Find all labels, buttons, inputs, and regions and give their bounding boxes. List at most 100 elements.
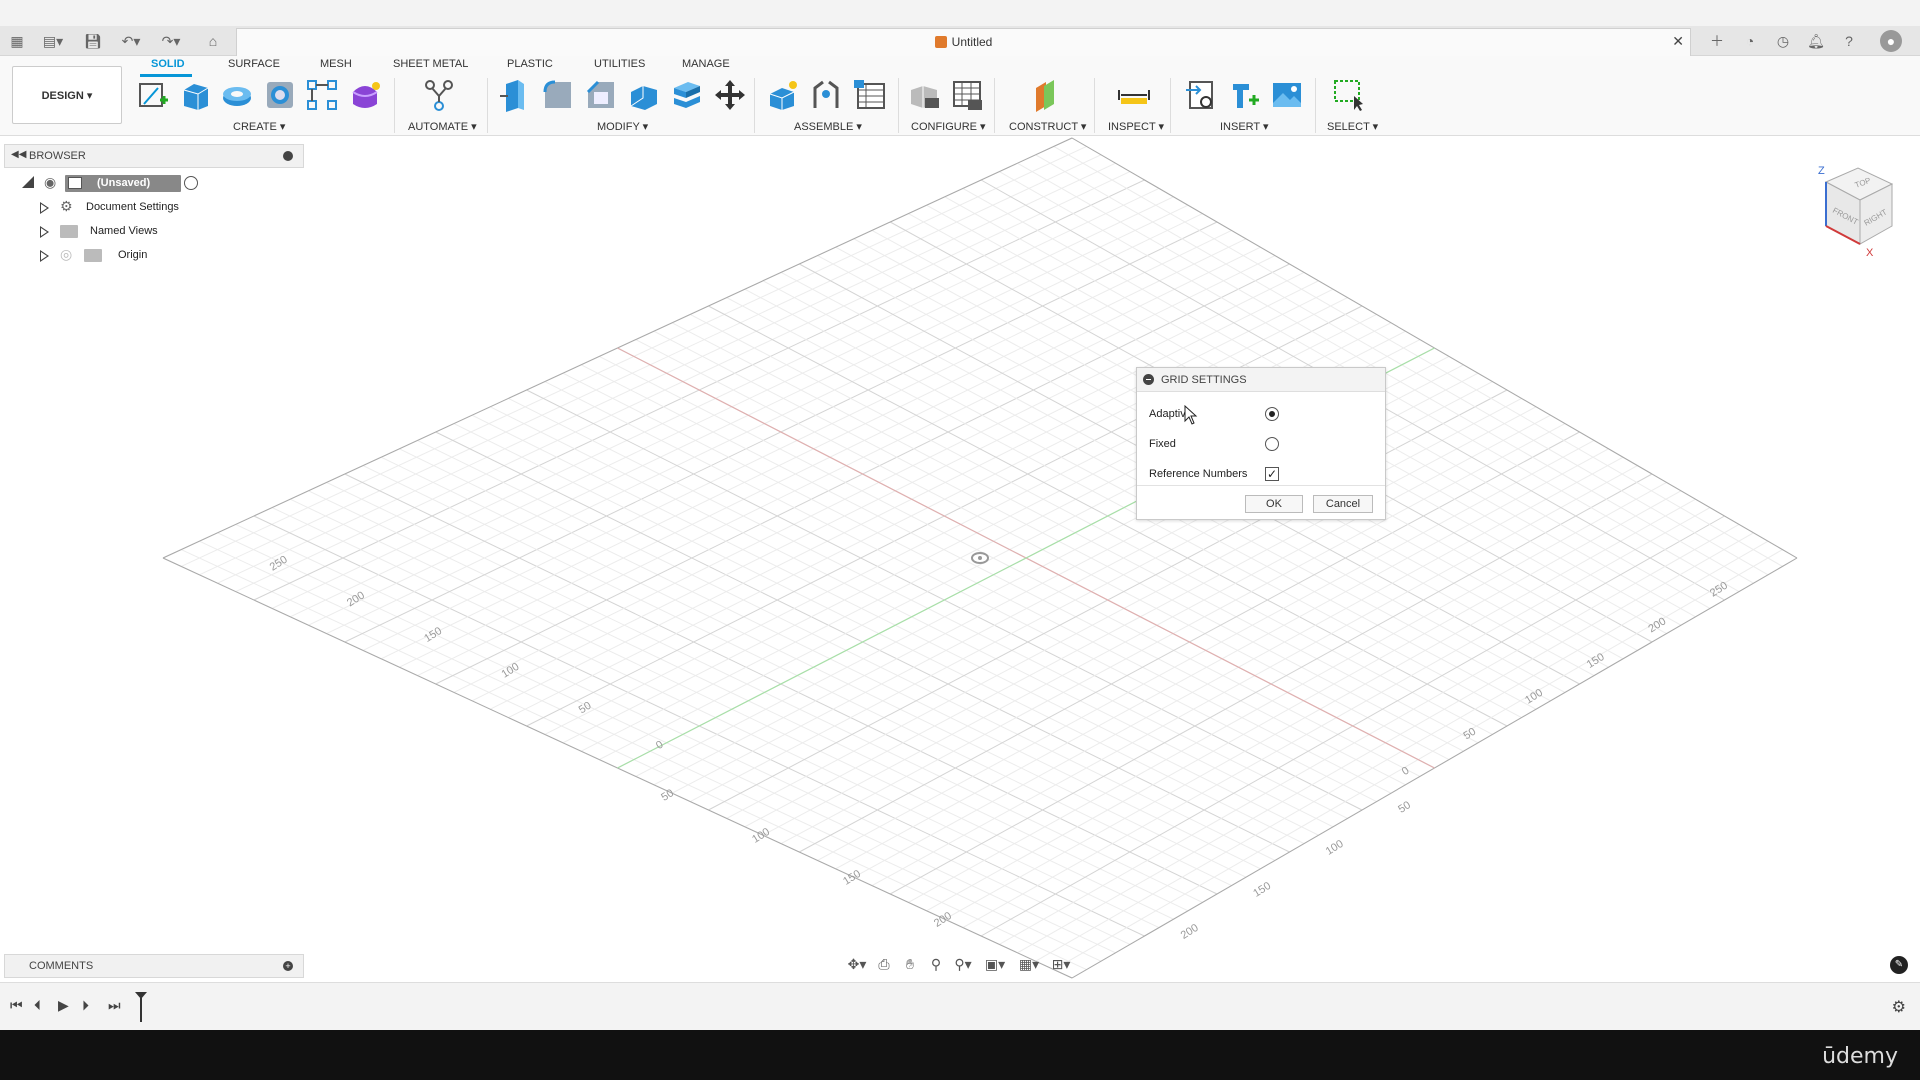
fixed-radio[interactable]	[1265, 437, 1279, 451]
user-avatar-icon[interactable]: ●	[1880, 30, 1902, 52]
expand-triangle-icon[interactable]	[40, 226, 49, 238]
browser-options-icon[interactable]	[283, 151, 293, 161]
document-tab[interactable]: Untitled ✕	[236, 28, 1691, 56]
timeline-marker-icon[interactable]	[134, 991, 148, 1023]
combine-icon[interactable]	[670, 78, 704, 112]
browser-item-origin[interactable]: ◎ Origin	[36, 246, 196, 266]
insert-mcmaster-icon[interactable]	[1227, 78, 1261, 112]
revolve-icon[interactable]	[220, 78, 254, 112]
close-tab-icon[interactable]: ✕	[1672, 33, 1684, 50]
app-grid-icon[interactable]: ▦	[8, 32, 26, 50]
tab-surface[interactable]: SURFACE	[228, 58, 280, 70]
comment-bubble-icon[interactable]: ✎	[1890, 956, 1908, 974]
undo-icon[interactable]: ↶▾	[116, 32, 146, 50]
play-icon[interactable]: ▶︎	[58, 997, 69, 1014]
configure-icon[interactable]	[907, 78, 941, 112]
browser-root-node[interactable]: ◉ (Unsaved)	[18, 174, 198, 194]
insert-derive-icon[interactable]	[1184, 78, 1218, 112]
insert-canvas-icon[interactable]	[1270, 78, 1304, 112]
new-component-icon[interactable]	[766, 78, 800, 112]
create-sketch-icon[interactable]	[136, 78, 170, 112]
assemble-group-label[interactable]: ASSEMBLE ▾	[794, 120, 862, 133]
redo-icon[interactable]: ↷▾	[156, 32, 186, 50]
expand-triangle-icon[interactable]	[40, 202, 49, 214]
offset-plane-icon[interactable]	[1028, 78, 1062, 112]
extensions-icon[interactable]: ◔	[1739, 30, 1761, 52]
tab-utilities[interactable]: UTILITIES	[594, 58, 645, 70]
construct-group-label[interactable]: CONSTRUCT ▾	[1009, 120, 1086, 133]
separator	[1170, 78, 1171, 133]
file-menu-icon[interactable]: ▤▾	[38, 32, 68, 50]
configuration-table-icon[interactable]	[950, 78, 984, 112]
comments-panel[interactable]: COMMENTS +	[4, 954, 304, 978]
ok-button[interactable]: OK	[1245, 495, 1303, 513]
add-comment-icon[interactable]: +	[283, 961, 293, 971]
collapse-dialog-icon[interactable]	[1143, 374, 1154, 385]
save-icon[interactable]: 💾︎	[84, 32, 102, 50]
workspace-switcher-button[interactable]: DESIGN ▾	[12, 66, 122, 124]
tab-manage[interactable]: MANAGE	[682, 58, 730, 70]
hole-icon[interactable]	[263, 78, 297, 112]
automate-group-label[interactable]: AUTOMATE ▾	[408, 120, 477, 133]
go-to-end-icon[interactable]: ⏭︎	[108, 997, 121, 1014]
notifications-icon[interactable]: 🔔︎	[1805, 30, 1827, 52]
automate-icon[interactable]	[422, 78, 456, 112]
collapse-browser-icon[interactable]: ◀◀	[11, 149, 26, 160]
measure-icon[interactable]	[1117, 78, 1151, 112]
insert-group-label[interactable]: INSERT ▾	[1220, 120, 1269, 133]
pattern-icon[interactable]	[305, 78, 339, 112]
create-form-icon[interactable]	[348, 78, 382, 112]
tab-sheet-metal[interactable]: SHEET METAL	[393, 58, 468, 70]
step-forward-icon[interactable]: ⏵︎	[82, 997, 89, 1014]
hidden-eye-icon[interactable]: ◎	[60, 246, 72, 263]
component-icon	[68, 177, 82, 189]
joint-icon[interactable]	[809, 78, 843, 112]
grid-snaps-icon[interactable]: ▦▾	[1016, 954, 1042, 974]
dialog-title: GRID SETTINGS	[1161, 374, 1247, 386]
select-group-label[interactable]: SELECT ▾	[1327, 120, 1378, 133]
bill-of-materials-icon[interactable]	[852, 78, 886, 112]
viewcube[interactable]: TOP FRONT RIGHT Z X	[1808, 160, 1908, 260]
fixed-label: Fixed	[1149, 438, 1176, 450]
extrude-icon[interactable]	[178, 78, 212, 112]
shell-icon[interactable]	[627, 78, 661, 112]
dialog-header[interactable]: GRID SETTINGS	[1137, 368, 1385, 392]
activate-component-icon[interactable]	[184, 176, 198, 190]
expand-root-icon[interactable]	[22, 176, 34, 188]
3d-viewport-canvas[interactable]: 2502001501005005010015020025020015010050…	[0, 137, 1920, 982]
orbit-icon[interactable]: ✥▾	[844, 954, 870, 974]
browser-item-document-settings[interactable]: ⚙ Document Settings	[36, 198, 196, 218]
inspect-group-label[interactable]: INSPECT ▾	[1108, 120, 1164, 133]
adaptive-radio[interactable]	[1265, 407, 1279, 421]
browser-panel-header[interactable]: ◀◀ BROWSER	[4, 144, 304, 168]
press-pull-icon[interactable]	[498, 78, 532, 112]
help-icon[interactable]: ?	[1838, 30, 1860, 52]
tab-plastic[interactable]: PLASTIC	[507, 58, 553, 70]
display-settings-icon[interactable]: ▣▾	[982, 954, 1008, 974]
timeline-settings-gear-icon[interactable]: ⚙	[1892, 997, 1906, 1017]
look-at-icon[interactable]: ⎙	[874, 954, 894, 974]
visibility-eye-icon[interactable]: ◉	[44, 174, 56, 191]
pan-hand-icon[interactable]: ✋︎	[900, 954, 920, 974]
browser-item-named-views[interactable]: Named Views	[36, 222, 196, 242]
tab-solid[interactable]: SOLID	[151, 58, 185, 70]
zoom-icon[interactable]: ⚲	[926, 954, 946, 974]
fit-icon[interactable]: ⚲▾	[950, 954, 976, 974]
step-back-icon[interactable]: ⏴︎	[34, 997, 41, 1014]
modify-group-label[interactable]: MODIFY ▾	[597, 120, 648, 133]
reference-numbers-checkbox[interactable]: ✓	[1265, 467, 1279, 481]
tab-mesh[interactable]: MESH	[320, 58, 352, 70]
fillet-icon[interactable]	[541, 78, 575, 112]
expand-triangle-icon[interactable]	[40, 250, 49, 262]
viewports-icon[interactable]: ⊞▾	[1048, 954, 1074, 974]
create-group-label[interactable]: CREATE ▾	[233, 120, 285, 133]
configure-group-label[interactable]: CONFIGURE ▾	[911, 120, 986, 133]
new-tab-icon[interactable]: ＋	[1706, 30, 1728, 52]
select-window-icon[interactable]	[1332, 78, 1366, 112]
go-to-start-icon[interactable]: ⏮︎	[10, 997, 23, 1014]
move-copy-icon[interactable]	[713, 78, 747, 112]
chamfer-icon[interactable]	[584, 78, 618, 112]
home-icon[interactable]: ⌂	[204, 32, 222, 50]
cancel-button[interactable]: Cancel	[1313, 495, 1373, 513]
job-status-icon[interactable]: ◷	[1772, 30, 1794, 52]
